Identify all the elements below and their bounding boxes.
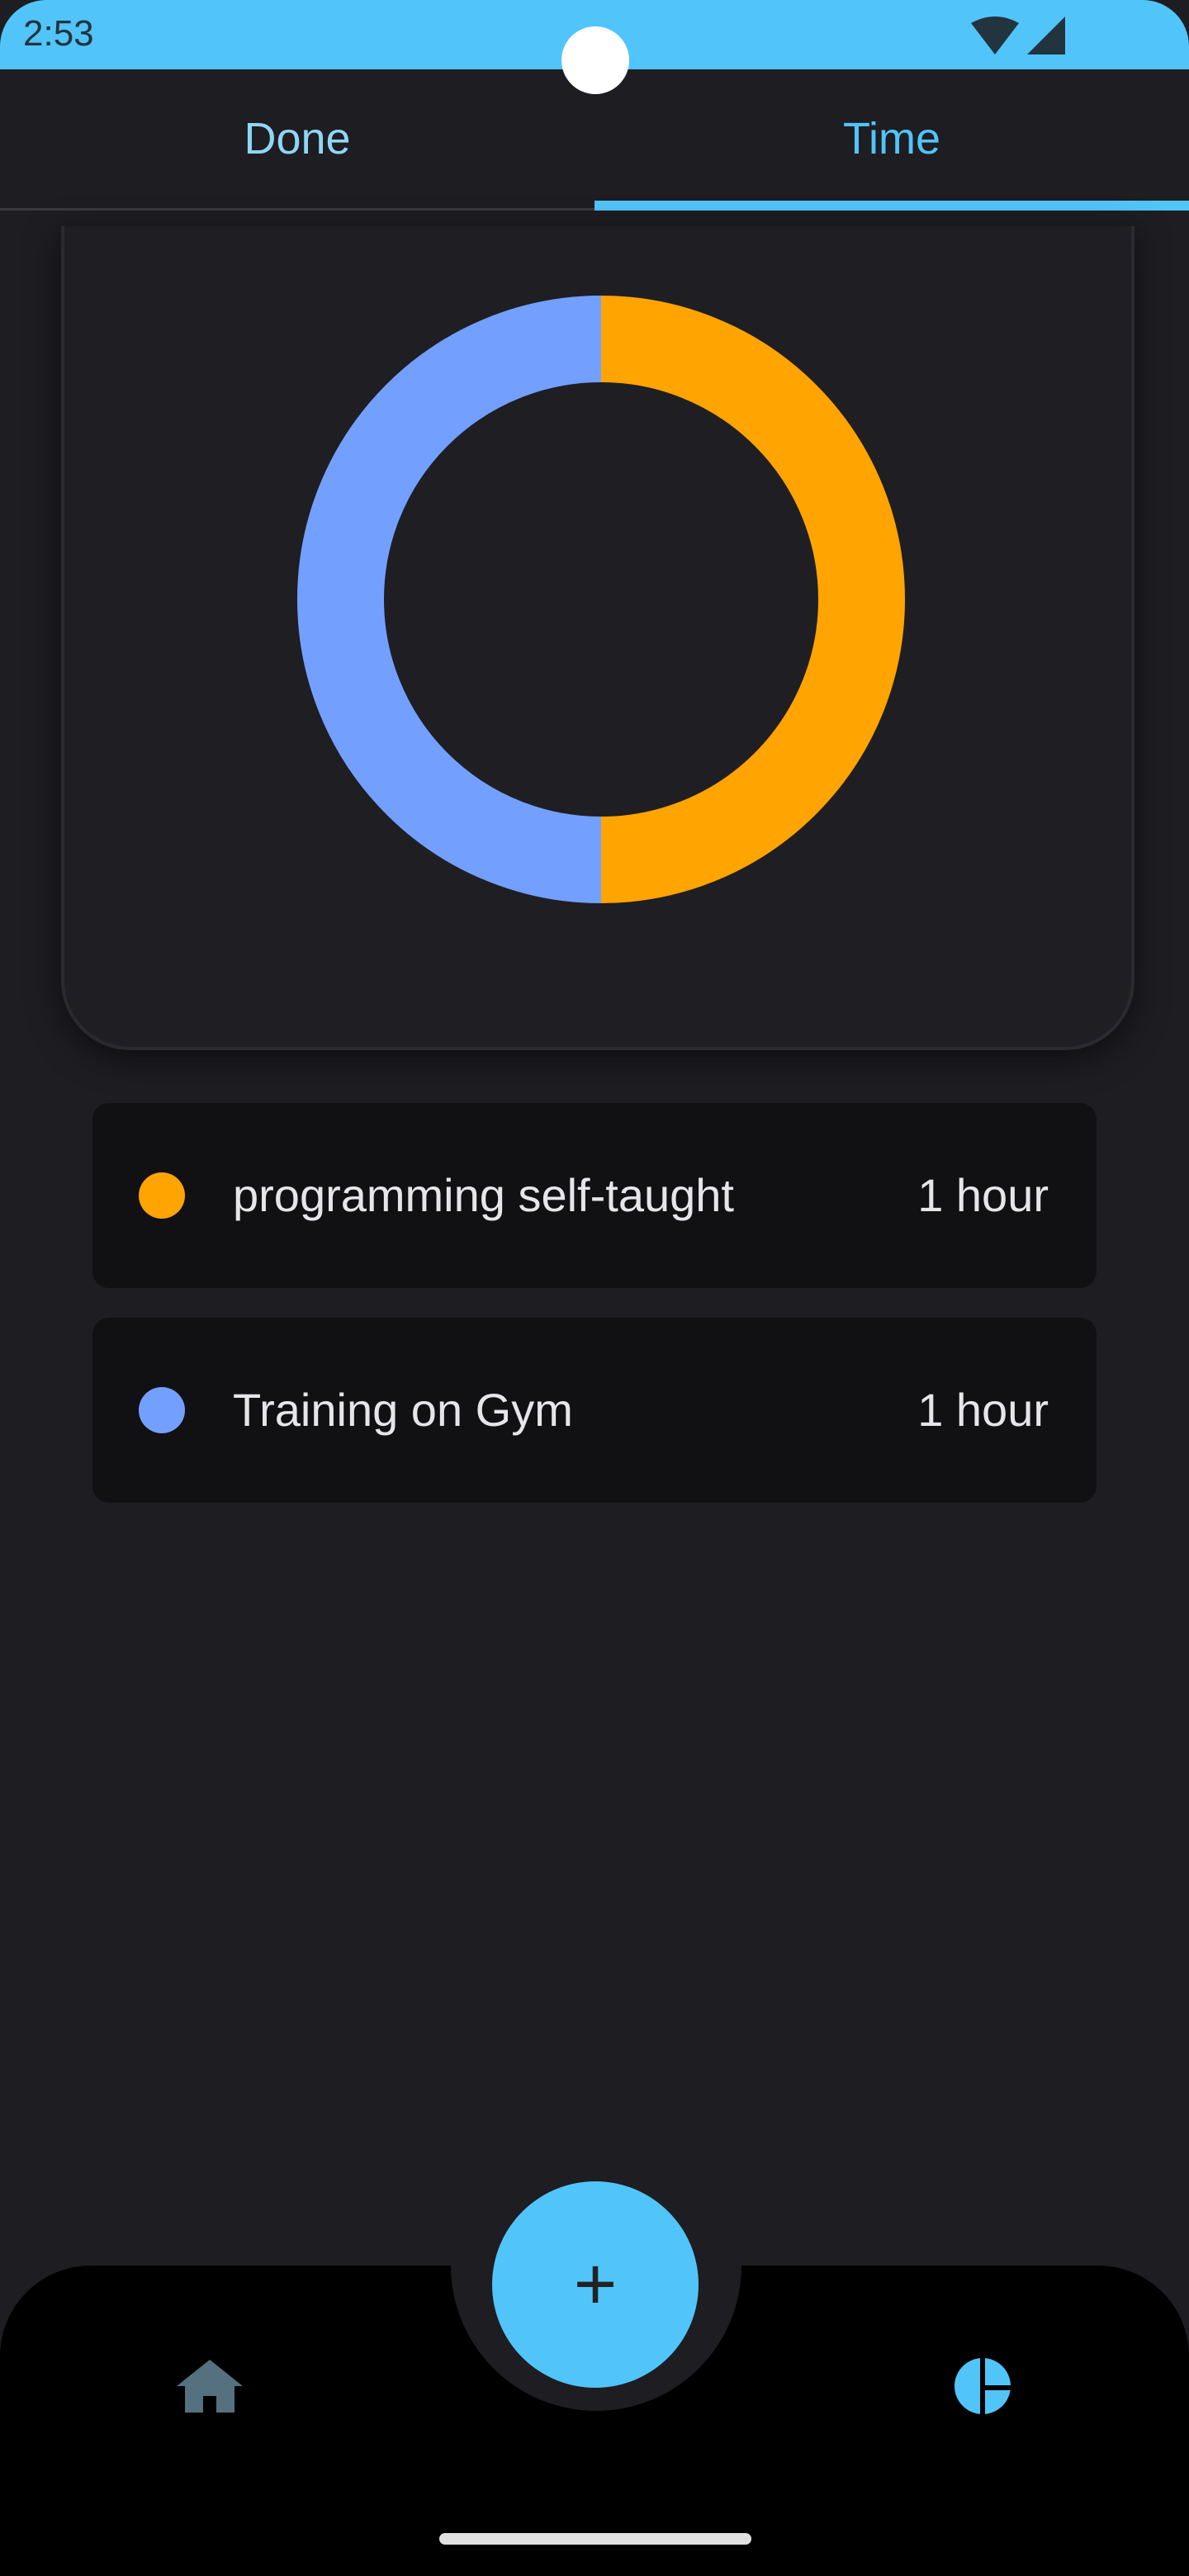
home-icon[interactable] — [177, 2360, 243, 2413]
add-button[interactable]: + — [492, 2181, 699, 2388]
item-label: programming self-taught — [233, 1169, 734, 1221]
donut-slice-1 — [297, 296, 602, 903]
item-label: Training on Gym — [233, 1384, 573, 1436]
home-indicator — [439, 2533, 751, 2545]
color-dot — [139, 1172, 185, 1219]
list-item[interactable]: programming self-taught 1 hour — [92, 1103, 1097, 1288]
color-dot — [139, 1387, 185, 1433]
tab-done[interactable]: Done — [0, 69, 594, 208]
item-duration: 1 hour — [917, 1384, 1049, 1436]
wifi-icon — [971, 17, 1019, 54]
list-item[interactable]: Training on Gym 1 hour — [92, 1318, 1097, 1503]
status-icons — [971, 17, 1065, 54]
active-tab-indicator — [594, 201, 1189, 211]
status-time: 2:53 — [23, 13, 94, 54]
pie-chart-icon[interactable] — [953, 2356, 1012, 2416]
tab-time[interactable]: Time — [594, 69, 1189, 208]
item-duration: 1 hour — [917, 1169, 1049, 1221]
chart-card — [61, 226, 1135, 1050]
donut-slice-0 — [600, 296, 905, 903]
plus-icon: + — [573, 2242, 618, 2326]
camera-cutout — [561, 26, 629, 94]
signal-icon — [1027, 17, 1065, 54]
donut-chart — [297, 296, 905, 903]
